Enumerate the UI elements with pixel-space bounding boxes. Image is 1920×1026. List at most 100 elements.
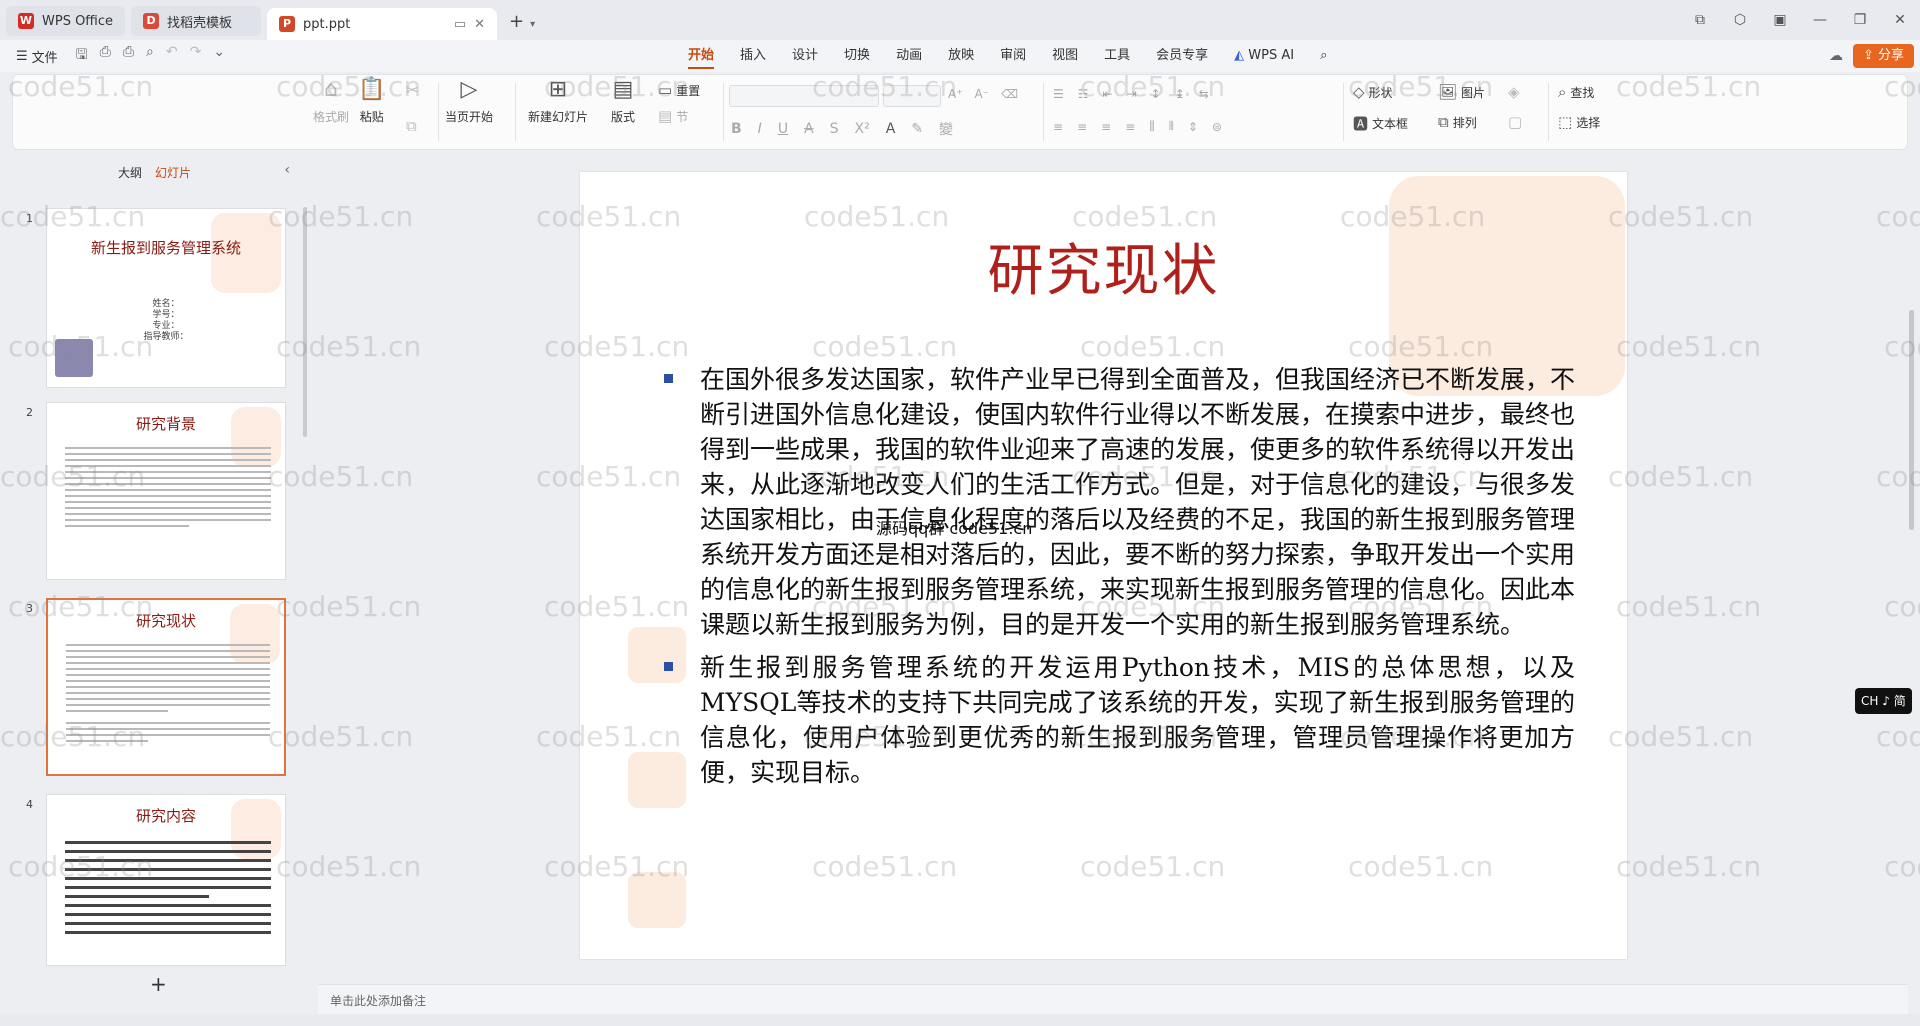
align-left-icon[interactable]: ≡: [1053, 120, 1063, 134]
numbered-list-icon[interactable]: ☷: [1078, 87, 1089, 101]
new-tab-icon[interactable]: +: [509, 11, 524, 32]
tab-tools[interactable]: 工具: [1091, 40, 1143, 72]
font-family-select[interactable]: [729, 85, 879, 107]
tab-slides[interactable]: 幻灯片: [155, 164, 191, 181]
grow-font-icon[interactable]: A⁺: [948, 87, 963, 101]
paste-button[interactable]: 📋 粘贴: [358, 77, 385, 125]
new-slide-button[interactable]: ⊞ 新建幻灯片: [528, 77, 588, 125]
layout-button[interactable]: ▤ 版式: [611, 77, 635, 125]
status-bar: [0, 1014, 1920, 1026]
picture-button[interactable]: 🖼 图片: [1438, 83, 1485, 101]
save-icon[interactable]: 🖫: [76, 44, 88, 68]
undo-icon[interactable]: ↶: [166, 44, 178, 68]
tab-list-chevron-icon[interactable]: ▾: [530, 19, 535, 30]
print-preview-icon[interactable]: ⌕: [146, 44, 154, 68]
smartart-icon[interactable]: ⊜: [1212, 120, 1222, 134]
more-chevron-icon[interactable]: ⌄: [213, 44, 225, 68]
font-size-select[interactable]: [883, 85, 941, 107]
slide-title[interactable]: 研究现状: [580, 226, 1627, 307]
select-button[interactable]: ⬚ 选择: [1558, 113, 1600, 131]
superscript-icon[interactable]: X²: [855, 121, 870, 137]
select-icon: ⬚: [1558, 113, 1573, 131]
tab-home[interactable]: 开始: [675, 40, 727, 72]
tab-window-icon[interactable]: ▭: [454, 17, 466, 32]
shadow-icon[interactable]: S: [830, 121, 839, 137]
slide-thumbnail-1[interactable]: 新生报到服务管理系统 姓名： 学号： 专业： 指导教师：: [46, 208, 286, 388]
tab-wps-office[interactable]: W WPS Office: [6, 6, 126, 36]
tab-docer[interactable]: D 找稻壳模板: [131, 6, 262, 36]
vertical-align-icon[interactable]: ⇕: [1188, 120, 1198, 134]
columns-icon[interactable]: ⫴: [1169, 119, 1174, 134]
convert-icon[interactable]: ⇆: [1199, 87, 1209, 101]
cut-icon[interactable]: ✂: [406, 81, 419, 99]
font-color-icon[interactable]: A: [886, 121, 896, 137]
find-button[interactable]: ⌕ 查找: [1558, 83, 1594, 101]
scrollbar-thumb[interactable]: [1909, 310, 1914, 530]
format-painter-button[interactable]: ⌂ 格式刷: [313, 77, 349, 125]
textbox-button[interactable]: 🅰 文本框: [1353, 113, 1408, 134]
start-from-current-button[interactable]: ▷ 当页开始: [445, 77, 493, 125]
increase-indent-icon[interactable]: ⇥: [1127, 87, 1137, 101]
italic-icon[interactable]: I: [758, 121, 762, 137]
wps-ai-button[interactable]: ◭ WPS AI: [1221, 40, 1307, 72]
tab-insert[interactable]: 插入: [727, 40, 779, 72]
tab-design[interactable]: 设计: [779, 40, 831, 72]
shape-button[interactable]: ◇ 形状: [1353, 83, 1393, 101]
panel-scrollbar[interactable]: [303, 207, 307, 437]
share-button[interactable]: ⇪ 分享: [1852, 44, 1914, 68]
fill-icon[interactable]: ◈: [1508, 83, 1520, 101]
search-icon[interactable]: ⌕: [1307, 40, 1340, 72]
copy-icon[interactable]: ⧉: [406, 117, 417, 135]
minimize-icon[interactable]: —: [1800, 12, 1840, 28]
tab-member[interactable]: 会员专享: [1143, 40, 1221, 72]
tab-review[interactable]: 审阅: [987, 40, 1039, 72]
print-icon[interactable]: ⎙: [123, 44, 134, 68]
slide-thumbnail-4[interactable]: 研究内容: [46, 794, 286, 966]
collapse-panel-icon[interactable]: ‹: [284, 162, 290, 178]
clear-format-icon[interactable]: ⌫: [1001, 87, 1018, 101]
slide-body[interactable]: 在国外很多发达国家，软件产业早已得到全面普及，但我国经济已不断发展，不断引进国外…: [660, 362, 1575, 798]
close-window-icon[interactable]: ✕: [1880, 12, 1920, 28]
cloud-upload-icon[interactable]: ☁: [1829, 48, 1843, 64]
decrease-indent-icon[interactable]: ⇤: [1103, 87, 1113, 101]
char-spacing-icon[interactable]: 變: [939, 119, 953, 139]
outline-icon[interactable]: ▢: [1508, 113, 1522, 131]
slide-thumbnail-2[interactable]: 研究背景: [46, 402, 286, 580]
canvas-scrollbar[interactable]: [1908, 150, 1916, 980]
ime-indicator[interactable]: CH ♪ 简: [1855, 688, 1912, 714]
tab-close-icon[interactable]: ✕: [474, 17, 485, 32]
underline-icon[interactable]: U: [778, 121, 788, 137]
restore-icon[interactable]: ❐: [1840, 12, 1880, 28]
align-center-icon[interactable]: ≡: [1077, 120, 1087, 134]
shrink-font-icon[interactable]: A⁻: [975, 87, 990, 101]
avatar[interactable]: ▣: [1760, 12, 1800, 28]
multi-window-icon[interactable]: ⧉: [1680, 12, 1720, 28]
tab-outline[interactable]: 大纲: [118, 164, 142, 181]
add-slide-button[interactable]: +: [150, 972, 167, 996]
redo-icon[interactable]: ↷: [190, 44, 202, 68]
tab-animation[interactable]: 动画: [883, 40, 935, 72]
tab-slideshow[interactable]: 放映: [935, 40, 987, 72]
bold-icon[interactable]: B: [731, 121, 742, 137]
arrange-button[interactable]: ⧉ 排列: [1438, 113, 1477, 131]
cube-icon[interactable]: ⬡: [1720, 12, 1760, 28]
slide-canvas[interactable]: 研究现状 在国外很多发达国家，软件产业早已得到全面普及，但我国经济已不断发展，不…: [580, 172, 1627, 959]
highlight-icon[interactable]: ✎: [911, 121, 923, 137]
bullet-list-icon[interactable]: ☰: [1053, 87, 1064, 101]
paste-icon: 📋: [358, 77, 386, 102]
file-menu[interactable]: ☰ 文件: [16, 47, 58, 66]
text-direction-icon[interactable]: ↕: [1151, 87, 1161, 101]
notes-pane[interactable]: 单击此处添加备注: [318, 984, 1908, 1014]
tab-transition[interactable]: 切换: [831, 40, 883, 72]
tab-ppt-file[interactable]: P ppt.ppt ▭ ✕: [267, 8, 498, 40]
slide-thumbnail-3[interactable]: 研究现状: [46, 598, 286, 776]
section-button[interactable]: ▤ 节: [658, 107, 688, 125]
line-spacing-icon[interactable]: ↨: [1175, 87, 1185, 101]
strikethrough-icon[interactable]: A: [804, 121, 814, 137]
align-right-icon[interactable]: ≡: [1101, 120, 1111, 134]
reset-button[interactable]: ▭ 重置: [658, 81, 700, 99]
tab-view[interactable]: 视图: [1039, 40, 1091, 72]
distribute-icon[interactable]: ⫼: [1149, 119, 1155, 134]
justify-icon[interactable]: ≡: [1125, 120, 1135, 134]
output-icon[interactable]: ⎙: [100, 44, 111, 68]
